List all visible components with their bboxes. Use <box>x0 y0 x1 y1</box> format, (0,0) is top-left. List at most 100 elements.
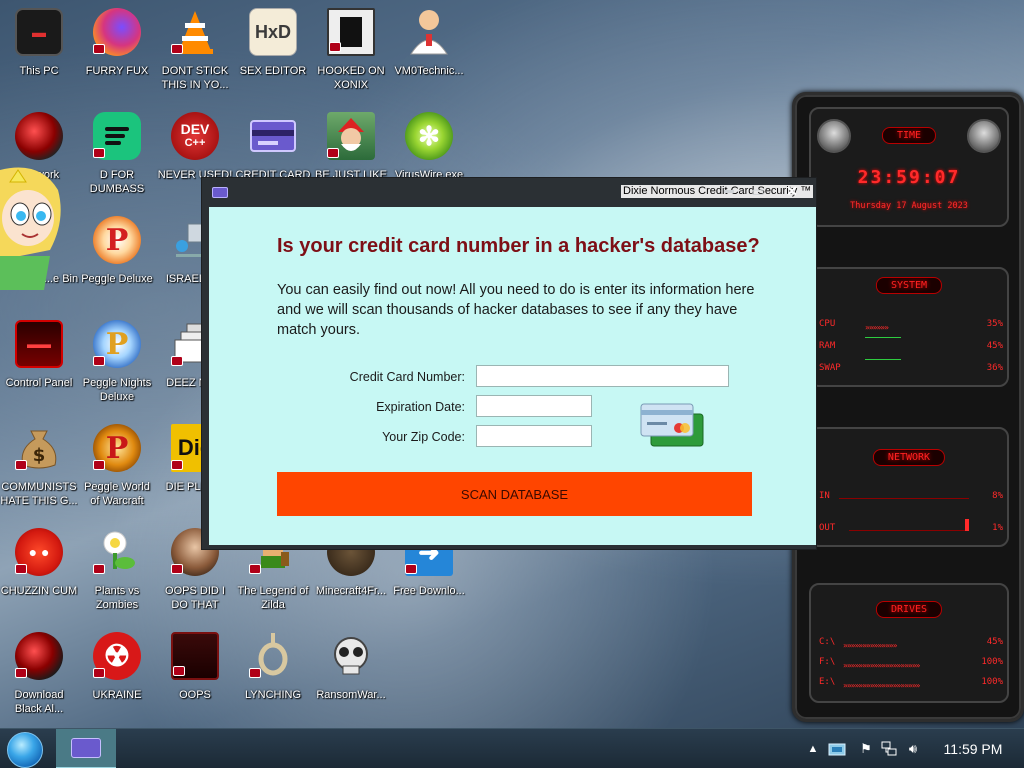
desktop-icon-label: OOPS <box>179 689 211 701</box>
cpu-label: CPU <box>819 319 836 329</box>
net-out-value: 1% <box>992 523 1003 533</box>
desktop-icon-label: HOOKED ON XONIX <box>317 65 385 91</box>
chuzzle-icon: ● ● <box>15 528 63 576</box>
desktop-icon-label: Peggle Deluxe <box>81 273 153 285</box>
desktop-icon-download-black-al[interactable]: Download Black Al... <box>0 632 78 732</box>
card-number-label: Credit Card Number: <box>349 370 465 384</box>
xonix-game-icon <box>327 8 375 56</box>
desktop-icon-label: OOPS DID I DO THAT <box>165 585 225 611</box>
network-icon[interactable] <box>879 729 899 768</box>
desktop-icon-control-panel[interactable]: ▬▬ Control Panel <box>0 320 78 420</box>
drive-f-row: F:\ »»»»»»»»»»»»»»»»»»»» 100% <box>819 657 1003 671</box>
desktop-icon-label: Download Black Al... <box>14 689 64 715</box>
network-panel: NETWORK IN 8% OUT 1% <box>809 427 1009 547</box>
desktop-icon-oops[interactable]: OOPS <box>156 632 234 732</box>
desktop-icon-label: Free Downlo... <box>393 585 465 597</box>
swap-row: SWAP 36% <box>819 359 1003 377</box>
start-button[interactable] <box>7 732 43 768</box>
swap-graph <box>865 359 901 360</box>
network-orb-icon <box>15 112 63 160</box>
skull-icon <box>327 632 375 680</box>
volume-icon[interactable]: 🔊︎ <box>902 729 924 768</box>
minimize-button[interactable]: ▬ <box>717 180 741 202</box>
ram-graph <box>865 337 901 338</box>
desktop-icon-label: This PC <box>19 65 59 77</box>
desktop-icon-this-pc[interactable]: ▬ This PC <box>0 8 78 108</box>
tray-app-icon[interactable] <box>826 729 848 768</box>
gadget-clock: 23:59:07 <box>857 167 961 188</box>
scan-database-button[interactable]: SCAN DATABASE <box>277 472 752 516</box>
desktop-icon-label: Peggle World of Warcraft <box>84 481 150 507</box>
peggle-nights-icon: P <box>93 320 141 368</box>
desktop-icon-label: Plants vs Zombies <box>94 585 140 611</box>
desktop-icon-sex-editor[interactable]: HxD SEX EDITOR <box>234 8 312 108</box>
desktop-icon-hooked-on-xonix[interactable]: HOOKED ON XONIX <box>312 8 390 108</box>
desktop-icon-communists[interactable]: $ COMMUNISTS HATE THIS G... <box>0 424 78 524</box>
money-bag-icon: $ <box>15 424 63 472</box>
desktop-icon-ukraine[interactable]: ☢ UKRAINE <box>78 632 156 732</box>
tray-overflow-chevron[interactable]: ▲ <box>804 729 822 768</box>
time-panel: TIME 23:59:07 Thursday 17 August 2023 <box>809 107 1009 227</box>
drive-f-value: 100% <box>981 657 1003 667</box>
drive-c-row: C:\ »»»»»»»»»»»»»» 45% <box>819 637 1003 651</box>
desktop-icon-dont-stick[interactable]: DONT STICK THIS IN YO... <box>156 8 234 108</box>
desktop-icon-label: COMMUNISTS HATE THIS G... <box>0 481 78 507</box>
vlc-cone-icon <box>171 8 219 56</box>
desktop-icon-peggle-wow[interactable]: P Peggle World of Warcraft <box>78 424 156 524</box>
window-titlebar[interactable]: Dixie Normous Credit Card Security ™ ▬ ▭… <box>202 178 816 206</box>
swap-label: SWAP <box>819 363 841 373</box>
desktop-icon-vm0technic[interactable]: VM0Technic... <box>390 8 468 108</box>
desktop-icon-label: UKRAINE <box>92 689 142 701</box>
maximize-button[interactable]: ▭ <box>746 180 770 202</box>
system-monitor-gadget[interactable]: TIME 23:59:07 Thursday 17 August 2023 SY… <box>792 92 1024 722</box>
desktop-icon-ransomware[interactable]: RansomWar... <box>312 632 390 732</box>
zip-code-field[interactable] <box>476 425 592 447</box>
desktop-icon-label: Minecraft4Fr... <box>315 585 387 597</box>
taskbar-app-credit-card[interactable] <box>56 729 116 768</box>
credit-card-security-window: Dixie Normous Credit Card Security ™ ▬ ▭… <box>201 177 817 550</box>
flag-icon[interactable]: ⚑ <box>856 729 876 768</box>
zip-code-label: Your Zip Code: <box>382 430 465 444</box>
lime-icon: ✻ <box>405 112 453 160</box>
expiration-date-field[interactable] <box>476 395 592 417</box>
desktop-icon-peggle-nights[interactable]: P Peggle Nights Deluxe <box>78 320 156 420</box>
drive-c-bar: »»»»»»»»»»»»»» <box>843 641 897 650</box>
net-out-spike <box>965 519 969 531</box>
expiration-date-label: Expiration Date: <box>376 400 465 414</box>
santa-elf-icon <box>327 112 375 160</box>
oops-icon <box>171 632 219 680</box>
noose-icon <box>249 632 297 680</box>
drive-c-value: 45% <box>986 637 1003 647</box>
desktop-icon-furry-fux[interactable]: FURRY FUX <box>78 8 156 108</box>
credit-card-icon <box>71 738 101 758</box>
drives-title: DRIVES <box>875 601 943 618</box>
taskbar: ▲ ⚑ 🔊︎ 11:59 PM <box>0 728 1024 768</box>
drive-e-value: 100% <box>981 677 1003 687</box>
control-panel-icon: ▬▬ <box>15 320 63 368</box>
swap-value: 36% <box>986 363 1003 373</box>
system-panel: SYSTEM CPU »»»»»» 35% RAM 45% SWAP 36% <box>809 267 1009 387</box>
cpu-row: CPU »»»»»» 35% <box>819 319 1003 333</box>
technician-icon <box>405 8 453 56</box>
drive-f-label: F:\ <box>819 657 836 667</box>
system-title: SYSTEM <box>875 277 943 294</box>
ram-label: RAM <box>819 341 836 351</box>
cpu-bar: »»»»»» <box>865 323 889 332</box>
desktop-icon-plants-vs-zombies[interactable]: Plants vs Zombies <box>78 528 156 628</box>
taskbar-clock[interactable]: 11:59 PM <box>936 729 1010 768</box>
desktop-icon-d-for-dumbass[interactable]: D FOR DUMBASS <box>78 112 156 212</box>
desktop-icon-label: VM0Technic... <box>394 65 464 77</box>
ram-value: 45% <box>986 341 1003 351</box>
radiation-icon: ☢ <box>93 632 141 680</box>
net-in-row: IN 8% <box>819 491 1003 505</box>
desktop-icon-label: FURRY FUX <box>85 65 149 77</box>
gadget-date: Thursday 17 August 2023 <box>850 201 968 211</box>
desktop-icon-chuzzin-cum[interactable]: ● ● CHUZZIN CUM <box>0 528 78 628</box>
desktop-icon-label: RansomWar... <box>316 689 386 701</box>
card-number-field[interactable] <box>476 365 729 387</box>
desktop-icon-peggle-deluxe[interactable]: P Peggle Deluxe <box>78 216 156 316</box>
ram-row: RAM 45% <box>819 337 1003 355</box>
close-button[interactable]: ✕ <box>780 180 804 202</box>
desktop-icon-lynching[interactable]: LYNCHING <box>234 632 312 732</box>
hxd-editor-icon: HxD <box>249 8 297 56</box>
